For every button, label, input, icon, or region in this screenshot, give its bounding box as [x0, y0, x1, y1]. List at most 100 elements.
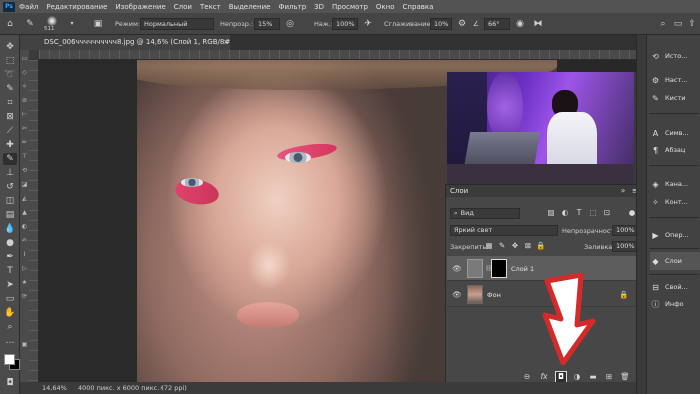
healing-tool-icon[interactable]: ✚ [3, 139, 17, 151]
gradient-tool-icon[interactable]: ▤ [3, 209, 17, 221]
menu-type[interactable]: Текст [200, 3, 221, 11]
art-history-icon[interactable]: ⟲ [20, 166, 29, 176]
ruler-tool-icon[interactable]: ⊢ [20, 110, 29, 120]
magic-wand-icon[interactable]: ✧ [20, 82, 29, 92]
crop-tool-icon[interactable]: ⌗ [3, 97, 17, 109]
filter-smart-object-icon[interactable]: ⊡ [602, 208, 612, 218]
brush-tool-icon[interactable]: ✎ [24, 18, 36, 30]
layer-mask-thumbnail[interactable] [491, 259, 507, 278]
direct-select-icon[interactable]: ▷ [20, 264, 29, 274]
polygon-lasso-icon[interactable]: ◇ [20, 68, 29, 78]
lock-all-icon[interactable]: 🔒 [536, 241, 546, 251]
visibility-eye-icon[interactable]: 👁 [452, 290, 462, 300]
dock-character[interactable]: A Симв... [650, 124, 700, 142]
home-icon[interactable]: ⌂ [4, 18, 16, 30]
frame-tool-icon[interactable]: ⊠ [3, 111, 17, 123]
search-icon[interactable]: ⌕ [657, 18, 669, 30]
lock-artboard-icon[interactable]: ⊠ [523, 241, 533, 251]
history-brush-tool-icon[interactable]: ↺ [3, 181, 17, 193]
zoom-level[interactable]: 14,64% [42, 382, 67, 394]
pressure-opacity-icon[interactable]: ◎ [284, 18, 296, 30]
menu-file[interactable]: Файл [19, 3, 38, 11]
opacity-input[interactable]: 15% [254, 18, 280, 30]
dock-adjustments[interactable]: ⚙ Наст... [650, 71, 700, 89]
slice-tool-icon[interactable]: ⊘ [20, 96, 29, 106]
delete-layer-icon[interactable]: 🗑 [620, 372, 630, 382]
menu-select[interactable]: Выделение [229, 3, 271, 11]
workspace-icon[interactable]: ▭ [672, 18, 684, 30]
dock-history[interactable]: ⟲ Исто... [650, 47, 700, 65]
mode-select[interactable]: Нормальный [140, 18, 214, 30]
dock-actions[interactable]: ▶ Опер... [650, 226, 700, 244]
menu-image[interactable]: Изображение [115, 3, 165, 11]
menu-filter[interactable]: Фильтр [278, 3, 306, 11]
dock-properties[interactable]: ⊟ Свой... [650, 278, 700, 296]
more-tools-icon[interactable]: … [3, 335, 17, 347]
blur-tool-icon[interactable]: 💧 [3, 223, 17, 235]
bg-eraser-icon[interactable]: ◪ [20, 180, 29, 190]
dock-collapse-strip[interactable] [636, 35, 646, 394]
layer-style-icon[interactable]: fx [539, 372, 549, 382]
move-tool-icon[interactable]: ✥ [3, 41, 17, 53]
pen-tool-icon[interactable]: ✒ [3, 251, 17, 263]
document-tab[interactable]: DSC_006чччччччччч8.jpg @ 14,6% (Слой 1, … [20, 35, 230, 50]
angle-input[interactable]: 66° [484, 18, 510, 30]
dock-info[interactable]: ⓘ Инфо [650, 295, 700, 313]
paint-bucket-icon[interactable]: ◭ [20, 194, 29, 204]
rotate-view-icon[interactable]: ⟳ [20, 292, 29, 302]
path-select-tool-icon[interactable]: ➤ [3, 279, 17, 291]
shape-tool-icon[interactable]: ▭ [3, 293, 17, 305]
dodge-tool-icon[interactable]: ● [3, 237, 17, 249]
hand-tool-icon[interactable]: ✋ [3, 307, 17, 319]
clone-stamp-tool-icon[interactable]: ⊥ [3, 167, 17, 179]
lock-transparent-icon[interactable]: ▦ [484, 241, 494, 251]
foreground-color-swatch[interactable] [4, 354, 15, 365]
brush-preset-picker[interactable]: 511 [40, 15, 64, 33]
share-icon[interactable]: ⇪ [686, 18, 698, 30]
quick-mask-icon[interactable]: ◘ [3, 377, 17, 389]
dock-layers[interactable]: ◆ Слои [650, 252, 700, 270]
symmetry-icon[interactable]: ⧓ [532, 18, 544, 30]
lock-pixels-icon[interactable]: ✎ [497, 241, 507, 251]
filter-type-icon[interactable]: T [574, 208, 584, 218]
dock-channels[interactable]: ◈ Кана... [650, 175, 700, 193]
blend-mode-select[interactable]: Яркий свет [450, 225, 558, 236]
pressure-size-icon[interactable]: ◉ [514, 18, 526, 30]
smoothing-input[interactable]: 10% [430, 18, 452, 30]
airbrush-icon[interactable]: ✈ [362, 18, 374, 30]
lock-position-icon[interactable]: ✥ [510, 241, 520, 251]
eraser-tool-icon[interactable]: ◫ [3, 195, 17, 207]
pattern-stamp-icon[interactable]: ⊤ [20, 152, 29, 162]
new-layer-icon[interactable]: ⊞ [604, 372, 614, 382]
dock-brushes[interactable]: ✎ Кисти [650, 89, 700, 107]
new-group-icon[interactable]: ▬ [588, 372, 598, 382]
freeform-pen-icon[interactable]: ✍ [20, 236, 29, 246]
custom-shape-icon[interactable]: ★ [20, 278, 29, 288]
lasso-tool-icon[interactable]: ➰ [3, 69, 17, 81]
close-tab-icon[interactable]: × [223, 35, 229, 50]
marquee-tool-icon[interactable]: ⬚ [3, 55, 17, 67]
quick-select-tool-icon[interactable]: ✎ [3, 83, 17, 95]
menu-3d[interactable]: 3D [314, 3, 324, 11]
pencil-tool-icon[interactable]: ✏ [20, 138, 29, 148]
patch-tool-icon[interactable]: ✂ [20, 124, 29, 134]
zoom-tool-icon[interactable]: ⌕ [3, 321, 17, 333]
pressure-input[interactable]: 100% [332, 18, 358, 30]
visibility-eye-icon[interactable]: 👁 [452, 264, 462, 274]
filter-shape-icon[interactable]: ⬚ [588, 208, 598, 218]
chevron-down-icon[interactable]: ▾ [66, 18, 78, 30]
menu-layers[interactable]: Слои [174, 3, 192, 11]
menu-edit[interactable]: Редактирование [46, 3, 107, 11]
burn-tool-icon[interactable]: ◐ [20, 222, 29, 232]
link-layers-icon[interactable]: ⊖ [522, 372, 532, 382]
brush-tool-active-icon[interactable]: ✎ [3, 153, 17, 165]
filter-adjustment-icon[interactable]: ◐ [560, 208, 570, 218]
type-tool-icon[interactable]: T [3, 265, 17, 277]
vertical-type-icon[interactable]: Ⅰ [20, 250, 29, 260]
dock-paragraph[interactable]: ¶ Абзац [650, 141, 700, 159]
menu-window[interactable]: Окно [376, 3, 395, 11]
sharpen-tool-icon[interactable]: ▲ [20, 208, 29, 218]
filter-pixel-icon[interactable]: ▨ [546, 208, 556, 218]
eyedropper-tool-icon[interactable]: ⟋ [3, 125, 17, 137]
layer-filter-select[interactable]: ⌕ Вид [450, 208, 520, 219]
